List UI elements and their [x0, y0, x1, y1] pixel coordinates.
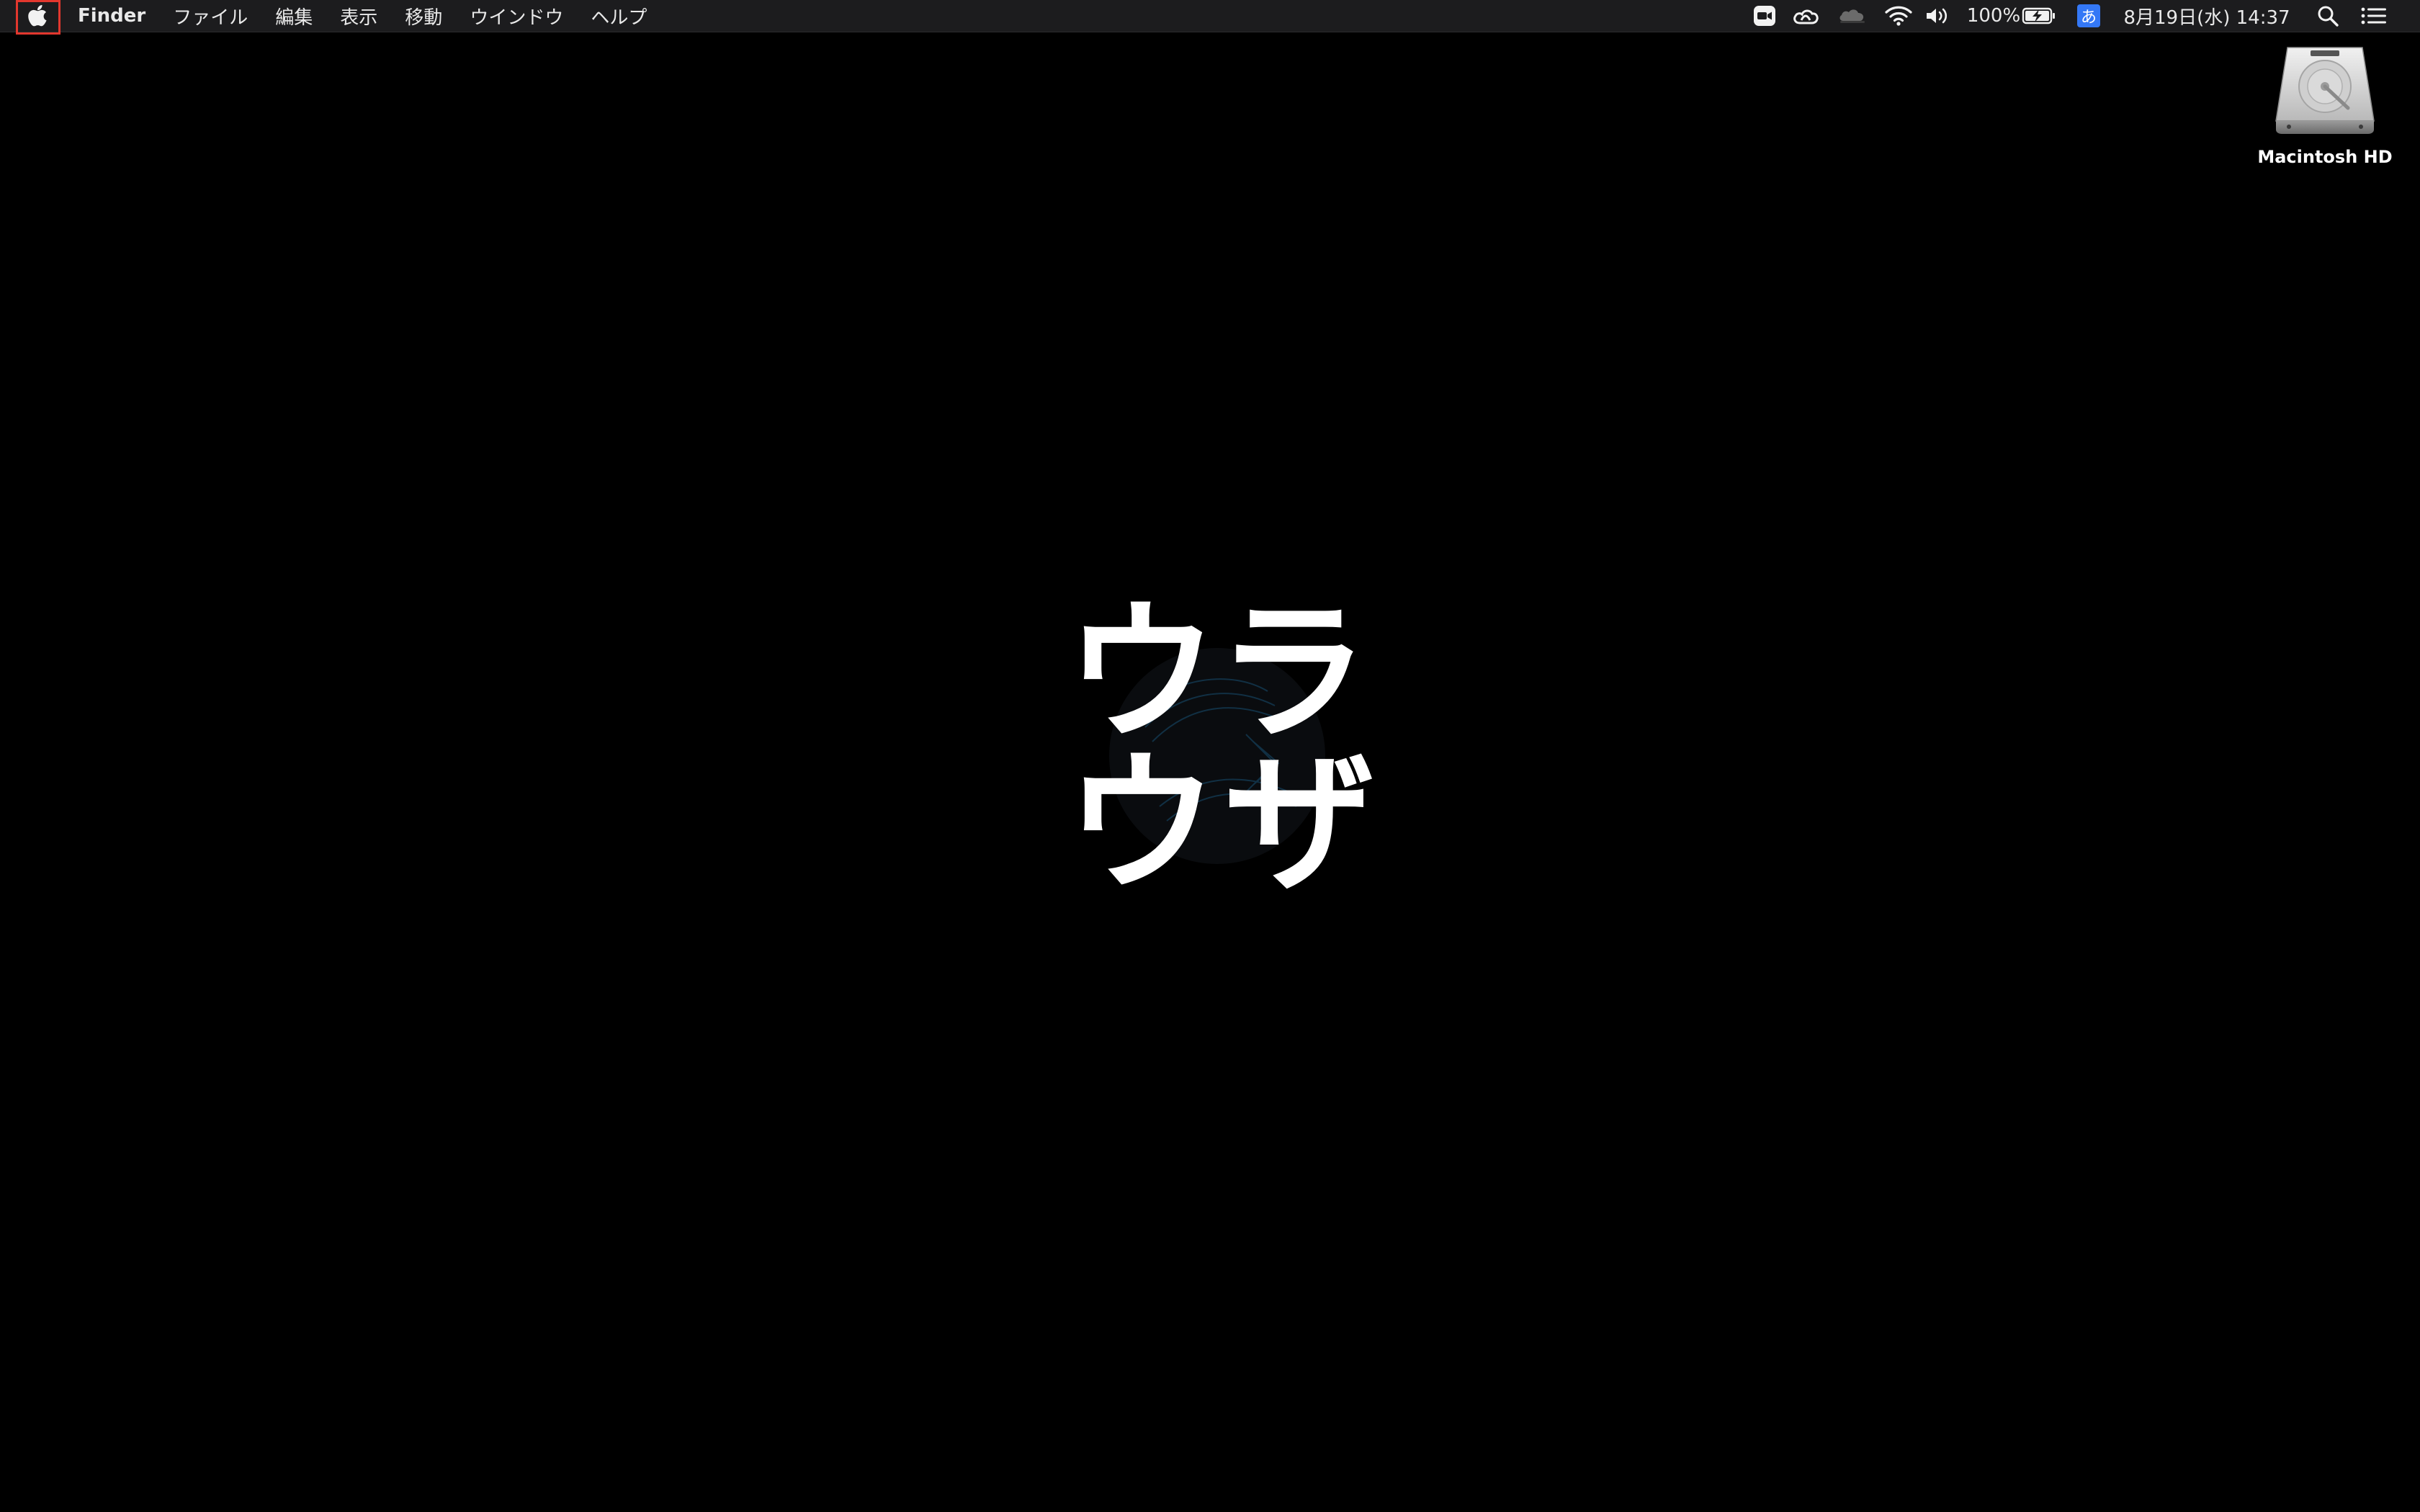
menu-file[interactable]: ファイル	[173, 3, 248, 30]
wallpaper-glyph-za: ザ	[1224, 736, 1376, 912]
menu-bar: Finder ファイル 編集 表示 移動 ウインドウ ヘルプ 100% あ 8月…	[0, 0, 2420, 35]
menu-edit[interactable]: 編集	[275, 3, 313, 30]
search-icon[interactable]	[2312, 0, 2344, 32]
battery-percent[interactable]: 100%	[1967, 0, 2020, 32]
wifi-icon[interactable]	[1881, 0, 1916, 32]
wallpaper-glyph-u-2: ウ	[1066, 736, 1218, 912]
creative-cloud-icon[interactable]	[1788, 0, 1824, 32]
cloud-app-icon[interactable]	[1835, 0, 1868, 32]
menu-finder[interactable]: Finder	[78, 5, 145, 27]
wallpaper-artwork: ウ ラ ウ ザ	[1059, 590, 1390, 922]
clock[interactable]: 8月19日(水) 14:37	[2120, 0, 2293, 32]
desktop-screen: Finder ファイル 編集 表示 移動 ウインドウ ヘルプ 100% あ 8月…	[0, 0, 2420, 1512]
wallpaper-glyph-ra: ラ	[1217, 585, 1369, 761]
macintosh-hd-icon[interactable]	[2269, 43, 2381, 137]
zoom-video-icon[interactable]	[1749, 0, 1780, 32]
input-method-button[interactable]: あ	[2074, 0, 2103, 32]
apple-menu-button[interactable]	[16, 0, 60, 35]
input-method-indicator: あ	[2077, 4, 2100, 27]
menu-go[interactable]: 移動	[405, 3, 442, 30]
macintosh-hd-label[interactable]: Macintosh HD	[2233, 147, 2417, 167]
wallpaper-glyph-u-1: ウ	[1066, 585, 1218, 761]
menu-list: Finder ファイル 編集 表示 移動 ウインドウ ヘルプ	[78, 0, 674, 32]
volume-icon[interactable]	[1922, 0, 1953, 32]
menu-help[interactable]: ヘルプ	[591, 3, 647, 30]
battery-charging-icon[interactable]	[2021, 0, 2057, 32]
menu-view[interactable]: 表示	[340, 3, 377, 30]
notification-center-icon[interactable]	[2357, 0, 2391, 32]
apple-logo-icon	[28, 4, 48, 32]
menu-window[interactable]: ウインドウ	[470, 3, 563, 30]
